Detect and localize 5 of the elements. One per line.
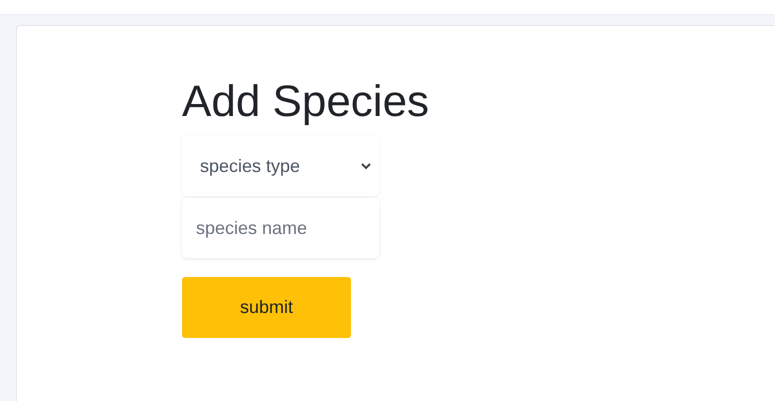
submit-button[interactable]: submit [182,277,351,338]
species-name-field[interactable]: species name [182,198,379,258]
page-title: Add Species [182,78,430,126]
chevron-down-icon [361,162,371,170]
species-type-select[interactable]: species type [182,136,379,196]
